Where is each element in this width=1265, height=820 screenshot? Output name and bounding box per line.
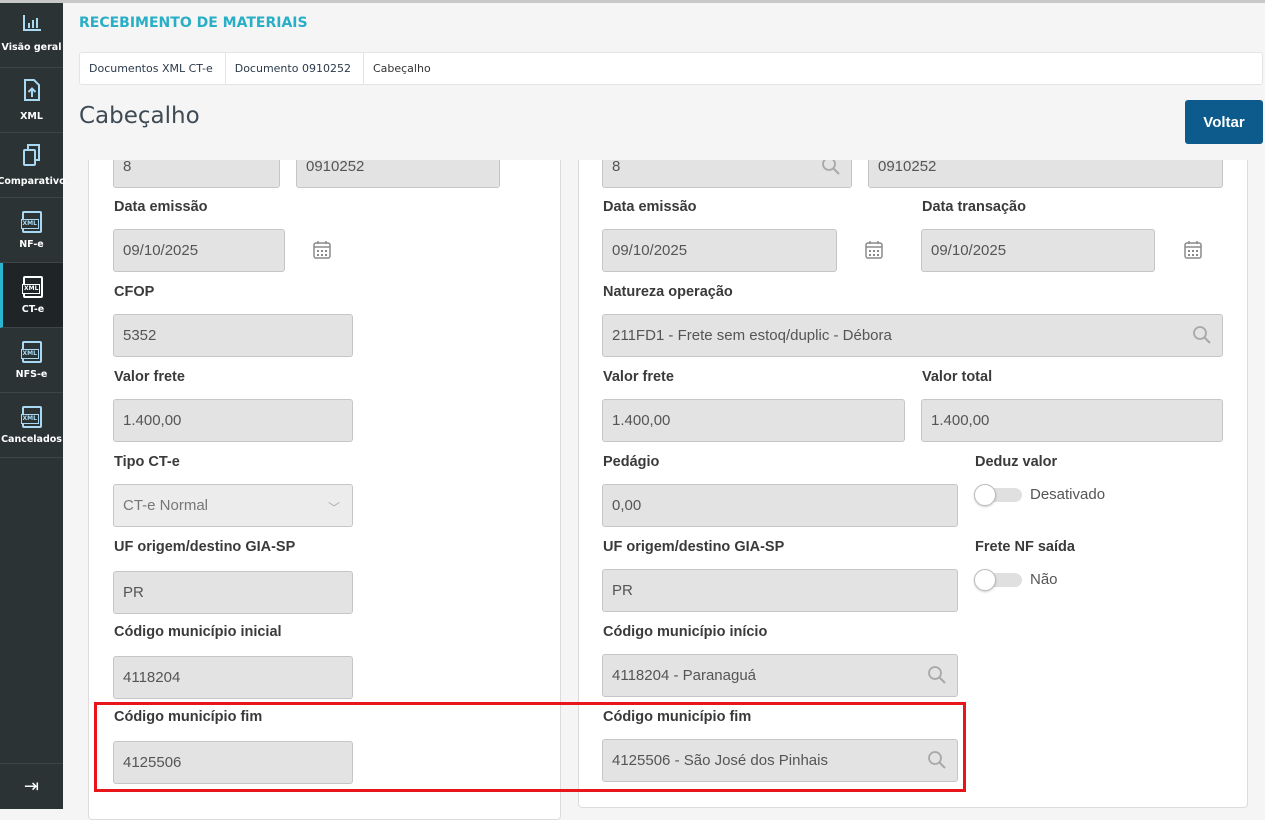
sidebar-item-label: NF-e [19,238,44,250]
right-mun-inicio-value: 4118204 - Paranaguá [612,667,757,684]
xml-file-icon: XML [20,405,42,428]
breadcrumb-documento[interactable]: Documento 0910252 [226,53,364,84]
right-natureza-input[interactable]: 211FD1 - Frete sem estoq/duplic - Débora [602,314,1223,357]
right-pedagio-label: Pedágio [603,454,660,470]
right-uf-value: PR [612,582,633,599]
sidebar-item-comparativo[interactable]: Comparativo [0,133,66,198]
sidebar-item-label: NFS-e [15,368,48,380]
right-valor-frete-input[interactable]: 1.400,00 [602,399,905,442]
right-natureza-label: Natureza operação [603,284,733,300]
right-data-transacao-value: 09/10/2025 [931,242,1007,259]
left-valor-frete-input[interactable]: 1.400,00 [113,399,353,442]
sidebar-item-vis-o-geral[interactable]: Visão geral [0,0,63,68]
right-deduz-valor-label: Deduz valor [975,454,1058,470]
right-frete-nf-saida-state: Não [1030,571,1058,588]
copy-icon [22,143,41,170]
xml-file-icon: XML [22,275,43,298]
left-serie-value: 8 [123,158,132,175]
right-mun-inicio-label: Código município início [603,624,768,640]
right-pedagio-input[interactable]: 0,00 [602,484,958,527]
sidebar-item-nfs-e[interactable]: XML NFS-e [0,328,63,393]
calendar-icon[interactable] [1183,240,1203,260]
left-cfop-input[interactable]: 5352 [113,314,353,357]
right-uf-input[interactable]: PR [602,569,958,612]
sidebar-item-label: CT-e [21,303,45,315]
left-valor-frete-value: 1.400,00 [123,412,182,429]
chart-bar-icon [22,14,42,36]
chevron-down-icon: ﹀ [327,501,340,515]
right-frete-nf-saida-toggle[interactable] [974,569,1022,591]
sidebar-item-cancelados[interactable]: XML Cancelados [0,393,63,458]
right-data-emissao-label: Data emissão [603,199,697,215]
left-mun-inicial-label: Código município inicial [114,624,282,640]
sidebar-item-ct-e[interactable]: XML CT-e [0,263,63,328]
sidebar-item-label: Visão geral [1,42,62,53]
search-icon[interactable] [927,665,947,685]
left-tipo-cte-select[interactable]: CT-e Normal ﹀ [113,484,353,527]
left-mun-inicial-input[interactable]: 4118204 [113,656,353,699]
calendar-icon[interactable] [864,240,884,260]
sidebar-item-label: Cancelados [1,433,62,445]
right-pedagio-value: 0,00 [612,497,642,514]
breadcrumb-documentos[interactable]: Documentos XML CT-e [80,53,226,84]
right-data-emissao-input[interactable]: 09/10/2025 [602,229,837,272]
left-mun-inicial-value: 4118204 [123,669,181,686]
collapse-menu-icon[interactable]: ⇥ [0,763,63,809]
sidebar-item-label: XML [20,110,43,122]
right-serie-value: 8 [612,158,621,175]
file-upload-icon [23,78,41,105]
page-title: Cabeçalho [79,103,200,129]
back-button[interactable]: Voltar [1185,100,1263,144]
left-data-emissao-value: 09/10/2025 [123,242,199,259]
right-valor-frete-value: 1.400,00 [612,412,671,429]
header: RECEBIMENTO DE MATERIAIS Documentos XML … [63,3,1265,160]
sidebar-item-xml[interactable]: XML [0,68,63,133]
calendar-icon[interactable] [312,240,332,260]
left-cfop-label: CFOP [114,284,155,300]
left-cfop-value: 5352 [123,327,157,344]
left-data-emissao-input[interactable]: 09/10/2025 [113,229,285,272]
left-numero-value: 0910252 [306,158,365,175]
highlight-box [94,702,966,792]
right-uf-label: UF origem/destino GIA-SP [603,539,785,555]
left-tipo-cte-value: CT-e Normal [123,497,209,514]
right-valor-total-input[interactable]: 1.400,00 [921,399,1223,442]
left-valor-frete-label: Valor frete [114,369,185,385]
right-deduz-valor-toggle[interactable] [974,484,1022,506]
xml-file-icon: XML [20,340,42,363]
right-valor-frete-label: Valor frete [603,369,674,385]
left-uf-value: PR [123,584,144,601]
left-data-emissao-label: Data emissão [114,199,208,215]
left-uf-label: UF origem/destino GIA-SP [114,539,296,555]
right-data-transacao-label: Data transação [922,199,1026,215]
right-data-transacao-input[interactable]: 09/10/2025 [921,229,1155,272]
sidebar-item-nf-e[interactable]: XML NF-e [0,198,63,263]
breadcrumb: Documentos XML CT-e Documento 0910252 Ca… [79,52,1263,85]
right-deduz-valor-state: Desativado [1030,486,1106,503]
sidebar-item-label: Comparativo [0,175,66,187]
top-border [0,0,1265,3]
sidebar: Visão geral XML Comparativo XML NF-e XML CT-e X… [0,0,66,809]
right-natureza-value: 211FD1 - Frete sem estoq/duplic - Débora [612,327,892,344]
right-data-emissao-value: 09/10/2025 [612,242,688,259]
right-mun-inicio-input[interactable]: 4118204 - Paranaguá [602,654,958,697]
right-frete-nf-saida-label: Frete NF saída [975,539,1075,555]
app-title: RECEBIMENTO DE MATERIAIS [79,15,308,31]
right-valor-total-label: Valor total [922,369,993,385]
right-valor-total-value: 1.400,00 [931,412,990,429]
left-uf-input[interactable]: PR [113,571,353,614]
search-icon[interactable] [1192,325,1212,345]
xml-file-icon: XML [20,210,42,233]
right-numero-value: 0910252 [878,158,937,175]
left-tipo-cte-label: Tipo CT-e [114,454,180,470]
breadcrumb-current: Cabeçalho [372,62,431,75]
